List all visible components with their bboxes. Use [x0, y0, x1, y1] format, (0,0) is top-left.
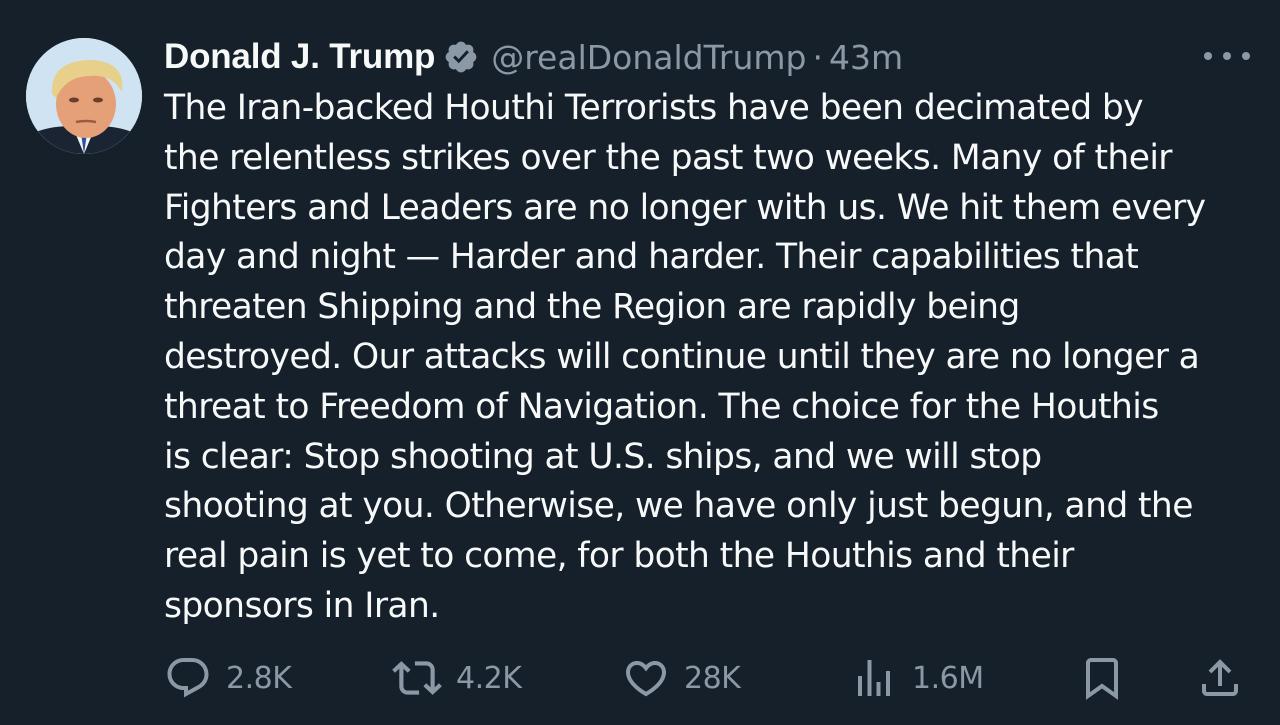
dot-2	[1223, 52, 1231, 60]
tweet-text-line: real pain is yet to come, for both the H…	[164, 536, 1074, 577]
bookmark-icon	[1086, 658, 1118, 700]
tweet-text-line: destroyed. Our attacks will continue unt…	[164, 336, 1200, 377]
heart-icon	[625, 661, 667, 697]
like-button[interactable]: 28K	[622, 650, 741, 706]
verified-badge-icon[interactable]	[443, 39, 479, 75]
author-display-name[interactable]: Donald J. Trump	[164, 37, 435, 77]
repost-button[interactable]: 4.2K	[392, 650, 522, 706]
share-upload-icon	[1202, 659, 1238, 696]
tweet-text-line: day and night — Harder and harder. Their…	[164, 237, 1139, 278]
repost-arrows-icon	[392, 661, 442, 695]
more-dots-icon[interactable]	[1204, 46, 1250, 66]
separator-dot: ·	[812, 37, 823, 77]
reply-button[interactable]: 2.8K	[164, 650, 292, 706]
dot-3	[1242, 52, 1250, 60]
author-handle[interactable]: @realDonaldTrump	[491, 38, 806, 77]
like-count: 28K	[684, 660, 741, 696]
tweet-text-line: the relentless strikes over the past two…	[164, 137, 1172, 178]
bar-chart-icon	[858, 660, 890, 696]
repost-count: 4.2K	[456, 660, 522, 696]
tweet-action-bar: 2.8K 4.2K 28K 1.6M	[0, 650, 1280, 706]
author-avatar[interactable]	[26, 38, 142, 154]
tweet-header: Donald J. Trump @realDonaldTrump · 43m	[164, 34, 903, 80]
views-count: 1.6M	[912, 660, 984, 696]
reply-bubble-icon	[167, 658, 209, 698]
tweet-text-line: is clear: Stop shooting at U.S. ships, a…	[164, 436, 1042, 477]
share-button[interactable]	[1196, 650, 1244, 706]
tweet-text-line: threaten Shipping and the Region are rap…	[164, 287, 1020, 328]
tweet-text-line: shooting at you. Otherwise, we have only…	[164, 486, 1193, 527]
tweet-timestamp[interactable]: 43m	[829, 38, 903, 77]
views-button[interactable]: 1.6M	[850, 650, 984, 706]
tweet-text-line: sponsors in Iran.	[164, 585, 440, 626]
dot-1	[1204, 52, 1212, 60]
tweet-text-line: The Iran-backed Houthi Terrorists have b…	[164, 88, 1144, 128]
tweet-text-line: Fighters and Leaders are no longer with …	[164, 187, 1206, 228]
avatar-portrait-icon	[26, 38, 142, 154]
tweet-text: The Iran-backed Houthi Terrorists have b…	[164, 84, 1264, 632]
reply-count: 2.8K	[226, 660, 292, 696]
tweet-text-line: threat to Freedom of Navigation. The cho…	[164, 386, 1159, 427]
bookmark-button[interactable]	[1078, 650, 1126, 706]
